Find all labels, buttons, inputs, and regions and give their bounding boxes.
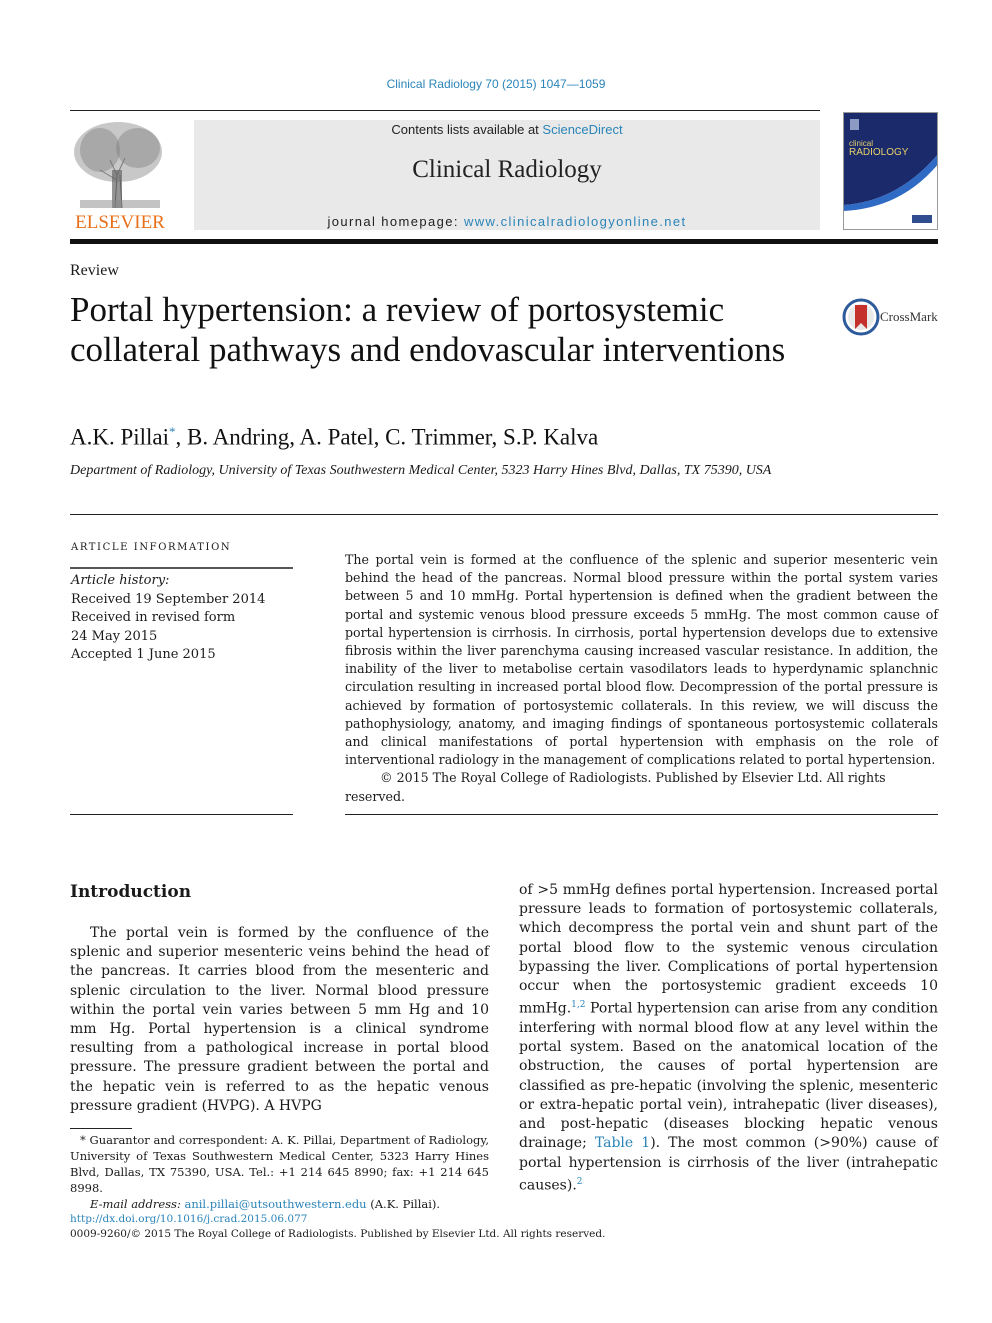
- reference-link[interactable]: 2: [577, 1177, 583, 1187]
- email-suffix: (A.K. Pillai).: [366, 1197, 441, 1211]
- body-column-left: The portal vein is formed by the conflue…: [70, 925, 489, 1114]
- article-history-label: Article history:: [71, 573, 170, 588]
- abstract: The portal vein is formed at the conflue…: [345, 551, 938, 806]
- correspondence-note: * Guarantor and correspondent: A. K. Pil…: [70, 1133, 489, 1195]
- history-line: Received in revised form: [71, 610, 236, 625]
- email-link[interactable]: anil.pillai@utsouthwestern.edu: [184, 1197, 366, 1211]
- author-corresponding: A.K. Pillai: [70, 424, 170, 450]
- footnote-rule: [70, 1128, 132, 1129]
- elsevier-wordmark: ELSEVIER: [75, 212, 165, 233]
- homepage-link[interactable]: www.clinicalradiologyonline.net: [464, 214, 687, 229]
- introduction-heading: Introduction: [70, 882, 192, 902]
- authors-rest: , B. Andring, A. Patel, C. Trimmer, S.P.…: [175, 424, 599, 450]
- email-label: E-mail address:: [90, 1197, 185, 1211]
- contents-line: Contents lists available at ScienceDirec…: [194, 122, 820, 137]
- history-line: 24 May 2015: [71, 628, 158, 644]
- abstract-copyright: © 2015 The Royal College of Radiologists…: [345, 770, 886, 804]
- article-title: Portal hypertension: a review of portosy…: [70, 290, 786, 369]
- body-text: of >5 mmHg defines portal hypertension. …: [519, 882, 938, 1017]
- journal-cover-image[interactable]: clinical RADIOLOGY: [843, 112, 938, 230]
- body-column-right: of >5 mmHg defines portal hypertension. …: [519, 881, 938, 1196]
- homepage-line: journal homepage: www.clinicalradiologyo…: [194, 214, 820, 229]
- homepage-prefix: journal homepage:: [327, 214, 464, 229]
- reference-link[interactable]: 1,2: [571, 1000, 585, 1010]
- article-info-bottom-rule: [70, 814, 293, 815]
- journal-banner: Contents lists available at ScienceDirec…: [194, 120, 820, 230]
- contents-prefix: Contents lists available at: [391, 122, 543, 137]
- elsevier-logo[interactable]: ELSEVIER: [70, 120, 170, 233]
- journal-name: Clinical Radiology: [412, 156, 602, 183]
- crossmark-button[interactable]: CrossMark: [840, 296, 940, 336]
- sciencedirect-link[interactable]: ScienceDirect: [542, 122, 622, 137]
- abstract-bottom-rule: [345, 814, 938, 815]
- crossmark-icon: [842, 298, 880, 336]
- author-list: A.K. Pillai*, B. Andring, A. Patel, C. T…: [70, 424, 598, 451]
- doi-link[interactable]: http://dx.doi.org/10.1016/j.crad.2015.06…: [70, 1212, 605, 1227]
- page-footer: http://dx.doi.org/10.1016/j.crad.2015.06…: [70, 1212, 605, 1242]
- article-info-heading: ARTICLE INFORMATION: [71, 542, 232, 553]
- history-line: Accepted 1 June 2015: [71, 647, 216, 662]
- table-1-link[interactable]: Table 1: [595, 1135, 650, 1151]
- article-info-rule: [70, 567, 293, 569]
- header-rule: [70, 110, 820, 111]
- section-rule: [70, 514, 938, 515]
- article-history: Article history: Received 19 September 2…: [71, 572, 265, 665]
- footnote: * Guarantor and correspondent: A. K. Pil…: [70, 1132, 489, 1212]
- crossmark-label: CrossMark: [880, 309, 938, 324]
- affiliation: Department of Radiology, University of T…: [70, 463, 772, 478]
- journal-citation[interactable]: Clinical Radiology 70 (2015) 1047—1059: [0, 77, 992, 91]
- abstract-text: The portal vein is formed at the conflue…: [345, 552, 938, 768]
- cover-title-line2: RADIOLOGY: [849, 147, 909, 158]
- article-type: Review: [70, 262, 119, 279]
- header-thick-rule: [70, 239, 938, 244]
- history-line: Received 19 September 2014: [71, 591, 266, 607]
- cover-art-icon: [844, 113, 937, 229]
- elsevier-tree-icon: [74, 122, 162, 209]
- body-text: Portal hypertension can arise from any c…: [519, 1000, 938, 1152]
- issn-copyright: 0009-9260/© 2015 The Royal College of Ra…: [70, 1228, 606, 1240]
- email-line: E-mail address: anil.pillai@utsouthweste…: [70, 1196, 489, 1212]
